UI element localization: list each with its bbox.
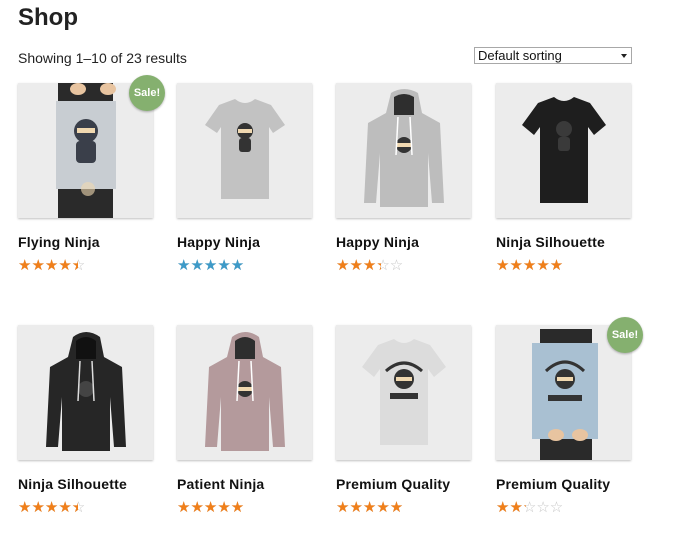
star-rating-filled: ★★★★★ xyxy=(496,258,564,273)
product-image[interactable]: Sale! xyxy=(18,75,165,218)
sale-badge: Sale! xyxy=(129,75,165,111)
black-tshirt-image xyxy=(496,83,631,218)
product-title[interactable]: Premium Quality xyxy=(496,476,646,492)
product-image[interactable] xyxy=(496,83,631,218)
product-card[interactable]: Ninja Silhouette ☆☆☆☆☆ ★★★★★ xyxy=(18,325,168,515)
product-card[interactable]: Happy Ninja ☆☆☆☆☆ ★★★★★ xyxy=(336,83,486,273)
product-title[interactable]: Flying Ninja xyxy=(18,234,168,250)
product-title[interactable]: Happy Ninja xyxy=(177,234,327,250)
star-rating: ☆☆☆☆☆ ★★★★★ xyxy=(18,500,93,515)
star-rating-filled: ★★★★★ xyxy=(177,258,245,273)
product-card[interactable]: Happy Ninja ☆☆☆☆☆ ★★★★★ xyxy=(177,83,327,273)
product-card[interactable]: Patient Ninja ☆☆☆☆☆ ★★★★★ xyxy=(177,325,327,515)
product-title[interactable]: Patient Ninja xyxy=(177,476,327,492)
star-rating: ☆☆☆☆☆ ★★★★★ xyxy=(177,258,252,273)
product-image[interactable] xyxy=(336,83,471,218)
product-title[interactable]: Ninja Silhouette xyxy=(18,476,168,492)
grey-tshirt-image xyxy=(177,83,312,218)
sort-selected-value: Default sorting xyxy=(478,48,562,63)
sort-select[interactable]: Default sorting xyxy=(474,47,632,64)
star-rating: ☆☆☆☆☆ ★★★★★ xyxy=(496,500,571,515)
star-rating-filled: ★★★★★ xyxy=(18,258,78,273)
star-rating-filled: ★★★★★ xyxy=(18,500,78,515)
star-rating-filled: ★★★★★ xyxy=(336,500,404,515)
star-rating: ☆☆☆☆☆ ★★★★★ xyxy=(18,258,93,273)
page-title: Shop xyxy=(18,4,78,31)
star-rating: ☆☆☆☆☆ ★★★★★ xyxy=(336,500,411,515)
chevron-down-icon xyxy=(621,54,627,58)
result-count: Showing 1–10 of 23 results xyxy=(18,50,187,66)
black-hoodie-image xyxy=(18,325,153,460)
product-card[interactable]: Ninja Silhouette ☆☆☆☆☆ ★★★★★ xyxy=(496,83,646,273)
product-image[interactable] xyxy=(177,325,312,460)
product-image[interactable] xyxy=(18,325,153,460)
white-tshirt-image xyxy=(336,325,471,460)
star-rating: ☆☆☆☆☆ ★★★★★ xyxy=(496,258,571,273)
star-rating: ☆☆☆☆☆ ★★★★★ xyxy=(177,500,252,515)
product-title[interactable]: Premium Quality xyxy=(336,476,486,492)
pink-hoodie-image xyxy=(177,325,312,460)
star-rating-filled: ★★★★★ xyxy=(496,500,526,515)
product-image[interactable]: Sale! xyxy=(496,317,643,460)
product-card[interactable]: Sale! Premium Quality ☆☆☆☆☆ ★★★★★ xyxy=(496,317,646,515)
product-image[interactable] xyxy=(336,325,471,460)
star-rating-filled: ★★★★★ xyxy=(336,258,381,273)
product-card[interactable]: Premium Quality ☆☆☆☆☆ ★★★★★ xyxy=(336,325,486,515)
product-card[interactable]: Sale! Flying Ninja ☆☆☆☆☆ ★★★★★ xyxy=(18,75,168,273)
grey-hoodie-image xyxy=(336,83,471,218)
star-rating-filled: ★★★★★ xyxy=(177,500,245,515)
product-title[interactable]: Ninja Silhouette xyxy=(496,234,646,250)
product-title[interactable]: Happy Ninja xyxy=(336,234,486,250)
star-rating: ☆☆☆☆☆ ★★★★★ xyxy=(336,258,411,273)
product-image[interactable] xyxy=(177,83,312,218)
sale-badge: Sale! xyxy=(607,317,643,353)
